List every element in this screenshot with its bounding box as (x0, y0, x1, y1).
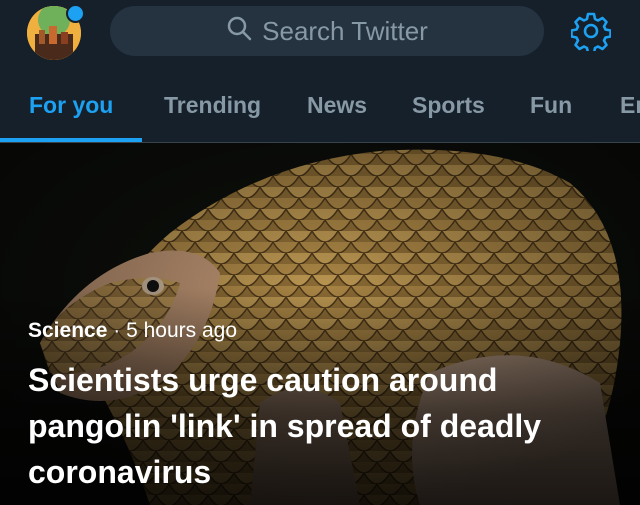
story-meta: Science · 5 hours ago (28, 319, 237, 343)
search-bar[interactable]: Search Twitter (110, 6, 544, 56)
meta-separator: · (113, 319, 121, 342)
tab-sports[interactable]: Sports (412, 62, 485, 142)
tab-trending[interactable]: Trending (164, 62, 261, 142)
tab-fun[interactable]: Fun (530, 62, 572, 142)
gear-icon[interactable] (570, 11, 612, 55)
active-tab-indicator (0, 138, 142, 142)
tab-for-you[interactable]: For you (29, 62, 113, 142)
notification-badge (66, 4, 85, 23)
top-bar: Search Twitter (0, 0, 640, 62)
search-icon (226, 15, 252, 48)
tab-entertainment[interactable]: Er (620, 62, 640, 142)
explore-tabs: For you Trending News Sports Fun Er (0, 62, 640, 143)
featured-story[interactable]: Science · 5 hours ago Scientists urge ca… (0, 143, 640, 505)
story-category: Science (28, 319, 108, 342)
search-placeholder: Search Twitter (262, 15, 428, 46)
story-time: 5 hours ago (126, 319, 237, 342)
story-headline[interactable]: Scientists urge caution around pangolin … (28, 357, 628, 495)
tab-news[interactable]: News (307, 62, 367, 142)
